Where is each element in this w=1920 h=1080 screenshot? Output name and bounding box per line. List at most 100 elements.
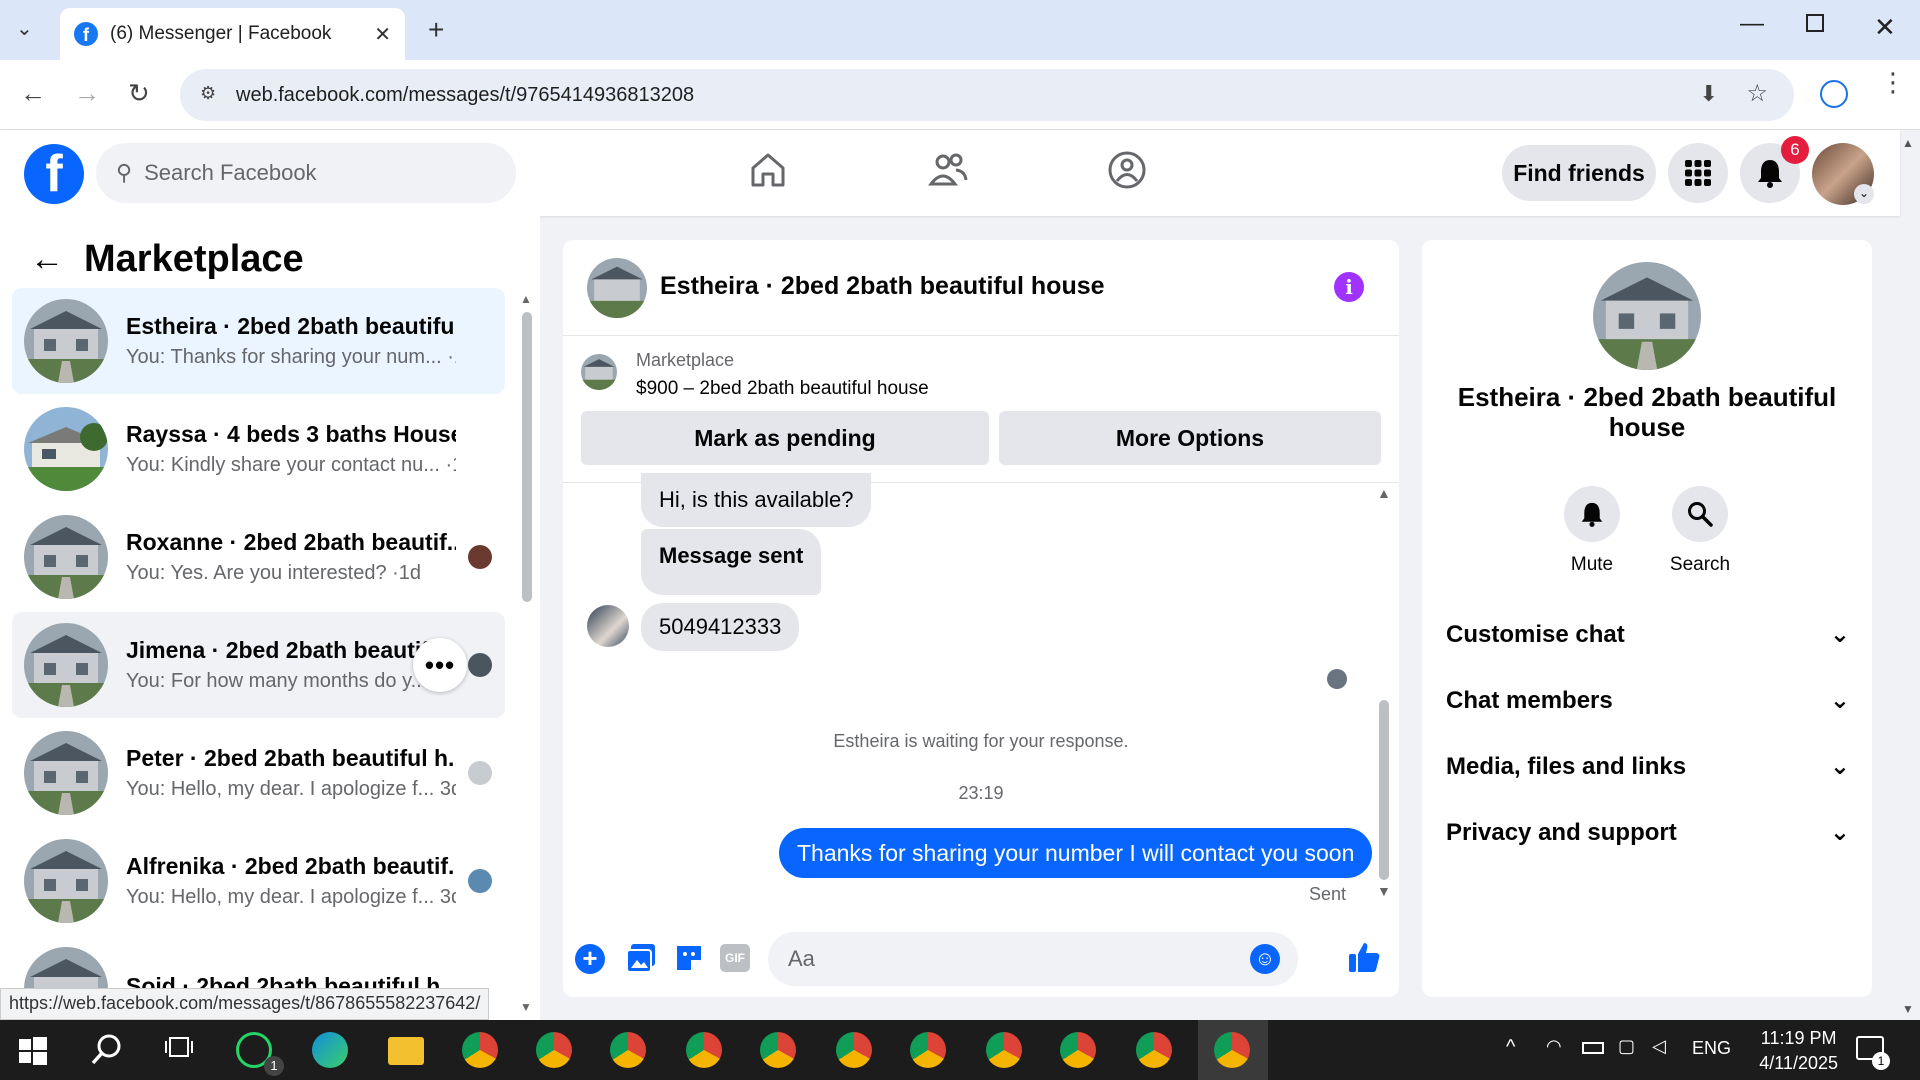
browser-menu-icon[interactable]: ⋮ (1880, 69, 1906, 95)
chrome-profile-icon[interactable] (610, 1032, 648, 1070)
forward-icon[interactable]: → (74, 78, 100, 109)
profile-icon[interactable] (1820, 80, 1848, 108)
privacy-support-row[interactable]: Privacy and support ⌄ (1446, 818, 1850, 847)
restore-icon[interactable] (1806, 14, 1824, 32)
chrome-profile-icon[interactable] (686, 1032, 724, 1070)
facebook-logo-icon[interactable]: f (24, 144, 84, 204)
more-options-icon[interactable]: ••• (413, 638, 467, 692)
conversation-snippet: You: Hello, my dear. I apologize f... 3d (126, 778, 456, 800)
message-bubble: 5049412333 (641, 603, 800, 651)
chat-scrollbar[interactable] (1379, 700, 1389, 880)
mute-label: Mute (1570, 554, 1614, 575)
chat-members-row[interactable]: Chat members ⌄ (1446, 686, 1850, 715)
chrome-profile-icon[interactable] (1060, 1032, 1098, 1070)
chevron-down-icon: ⌄ (1829, 819, 1850, 846)
list-item[interactable]: Alfrenika · 2bed 2bath beautif... You: H… (12, 828, 505, 934)
system-clock[interactable]: 11:19 PM 4/11/2025 (1759, 1026, 1838, 1076)
customise-chat-row[interactable]: Customise chat ⌄ (1446, 620, 1850, 649)
battery-icon[interactable] (1582, 1042, 1604, 1054)
scroll-down-icon[interactable]: ▼ (520, 1000, 532, 1014)
page-scroll-up-icon[interactable]: ▲ (1902, 136, 1914, 150)
chrome-profile-icon[interactable] (760, 1032, 798, 1070)
search-button[interactable]: Search (1650, 486, 1750, 576)
add-attachment-icon[interactable]: + (575, 944, 605, 974)
house-thumbnail (24, 515, 108, 599)
listing-price[interactable]: $900 – 2bed 2bath beautiful house (636, 378, 929, 400)
conversation-snippet: You: Kindly share your contact nu... ·1m (126, 454, 456, 476)
close-window-icon[interactable]: ✕ (1874, 12, 1896, 43)
search-label: Search (1669, 554, 1731, 575)
search-icon[interactable] (90, 1032, 128, 1070)
photo-icon[interactable] (625, 942, 657, 979)
volume-icon[interactable]: ◁ (1652, 1036, 1666, 1057)
page-scroll-down-icon[interactable]: ▼ (1902, 1002, 1914, 1016)
edge-browser-icon[interactable] (312, 1032, 350, 1070)
chrome-profile-icon[interactable] (836, 1032, 874, 1070)
conversation-snippet: You: Hello, my dear. I apologize f... 3d (126, 886, 456, 908)
facebook-header: f ⚲ Search Facebook Find friends ⌄ (0, 130, 1900, 216)
media-files-links-row[interactable]: Media, files and links ⌄ (1446, 752, 1850, 781)
message-bubble: Hi, is this available? (641, 473, 872, 527)
chrome-profile-icon[interactable] (910, 1032, 948, 1070)
site-info-icon[interactable]: ⚙ (200, 83, 216, 104)
url-field[interactable]: ⚙ web.facebook.com/messages/t/9765414936… (180, 69, 1794, 121)
groups-icon[interactable] (1107, 150, 1147, 195)
chrome-profile-icon[interactable] (1136, 1032, 1174, 1070)
minimize-icon[interactable]: — (1740, 10, 1764, 38)
windows-start-icon[interactable] (18, 1032, 56, 1070)
chrome-profile-icon[interactable] (536, 1032, 574, 1070)
menu-grid-icon[interactable] (1668, 143, 1728, 203)
chrome-profile-icon[interactable] (986, 1032, 1024, 1070)
task-view-icon[interactable] (164, 1032, 202, 1070)
profile-avatar[interactable] (1593, 262, 1701, 370)
tab-list-chevron-icon[interactable]: ⌄ (16, 16, 33, 41)
close-tab-icon[interactable]: ✕ (374, 22, 391, 47)
chrome-profile-icon[interactable] (1214, 1032, 1252, 1070)
list-item[interactable]: Peter · 2bed 2bath beautiful h... You: H… (12, 720, 505, 826)
tab-title: (6) Messenger | Facebook (110, 23, 332, 44)
sender-avatar[interactable] (587, 605, 629, 647)
scroll-up-icon[interactable]: ▲ (1377, 485, 1391, 501)
list-item[interactable]: Jimena · 2bed 2bath beautif... You: For … (12, 612, 505, 718)
sticker-icon[interactable] (673, 942, 705, 979)
back-icon[interactable]: ← (20, 78, 46, 109)
language-indicator[interactable]: ENG (1692, 1038, 1731, 1059)
facebook-search-input[interactable]: ⚲ Search Facebook (96, 143, 516, 203)
chrome-profile-icon[interactable] (462, 1032, 500, 1070)
wifi-icon[interactable]: ◠ (1546, 1036, 1562, 1057)
conversation-name: Peter · 2bed 2bath beautiful h... (126, 745, 456, 771)
account-chevron-icon[interactable]: ⌄ (1854, 184, 1874, 204)
chat-avatar[interactable] (587, 258, 647, 318)
install-app-icon[interactable]: ⬇ (1700, 81, 1718, 107)
mark-as-pending-button[interactable]: Mark as pending (581, 411, 989, 465)
find-friends-button[interactable]: Find friends (1502, 145, 1656, 201)
mute-button[interactable]: Mute (1542, 486, 1642, 576)
read-receipt-avatar (468, 761, 492, 785)
like-thumb-icon[interactable] (1347, 940, 1381, 979)
message-input[interactable]: Aa ☺ (768, 932, 1298, 986)
scroll-up-icon[interactable]: ▲ (520, 292, 532, 306)
home-icon[interactable] (748, 150, 788, 195)
more-options-button[interactable]: More Options (999, 411, 1381, 465)
tray-chevron-icon[interactable]: ^ (1506, 1036, 1515, 1059)
list-item[interactable]: Estheira · 2bed 2bath beautiful ... You:… (12, 288, 505, 394)
file-explorer-icon[interactable] (388, 1032, 426, 1070)
network-icon[interactable]: ▢ (1618, 1036, 1635, 1057)
scroll-down-icon[interactable]: ▼ (1377, 883, 1391, 899)
gif-icon[interactable]: GIF (720, 944, 750, 972)
list-item[interactable]: Roxanne · 2bed 2bath beautif... You: Yes… (12, 504, 505, 610)
back-arrow-icon[interactable]: ← (30, 240, 64, 279)
status-link-tooltip: https://web.facebook.com/messages/t/8678… (0, 988, 490, 1020)
conversation-list-scrollbar[interactable] (522, 312, 532, 602)
browser-tab[interactable]: f (6) Messenger | Facebook ✕ (60, 8, 405, 60)
list-item[interactable]: Rayssa · 4 beds 3 baths House You: Kindl… (12, 396, 505, 502)
chat-title[interactable]: Estheira · 2bed 2bath beautiful house (660, 272, 1105, 301)
reload-icon[interactable]: ↻ (128, 78, 150, 109)
new-tab-icon[interactable]: + (428, 14, 444, 46)
emoji-icon[interactable]: ☺ (1250, 944, 1280, 974)
conversation-name: Estheira · 2bed 2bath beautiful ... (126, 313, 456, 339)
bookmark-star-icon[interactable]: ☆ (1746, 79, 1768, 108)
friends-icon[interactable] (927, 150, 968, 195)
chat-info-panel: Estheira · 2bed 2bath beautiful house Mu… (1422, 240, 1872, 997)
info-icon[interactable]: i (1334, 272, 1364, 302)
